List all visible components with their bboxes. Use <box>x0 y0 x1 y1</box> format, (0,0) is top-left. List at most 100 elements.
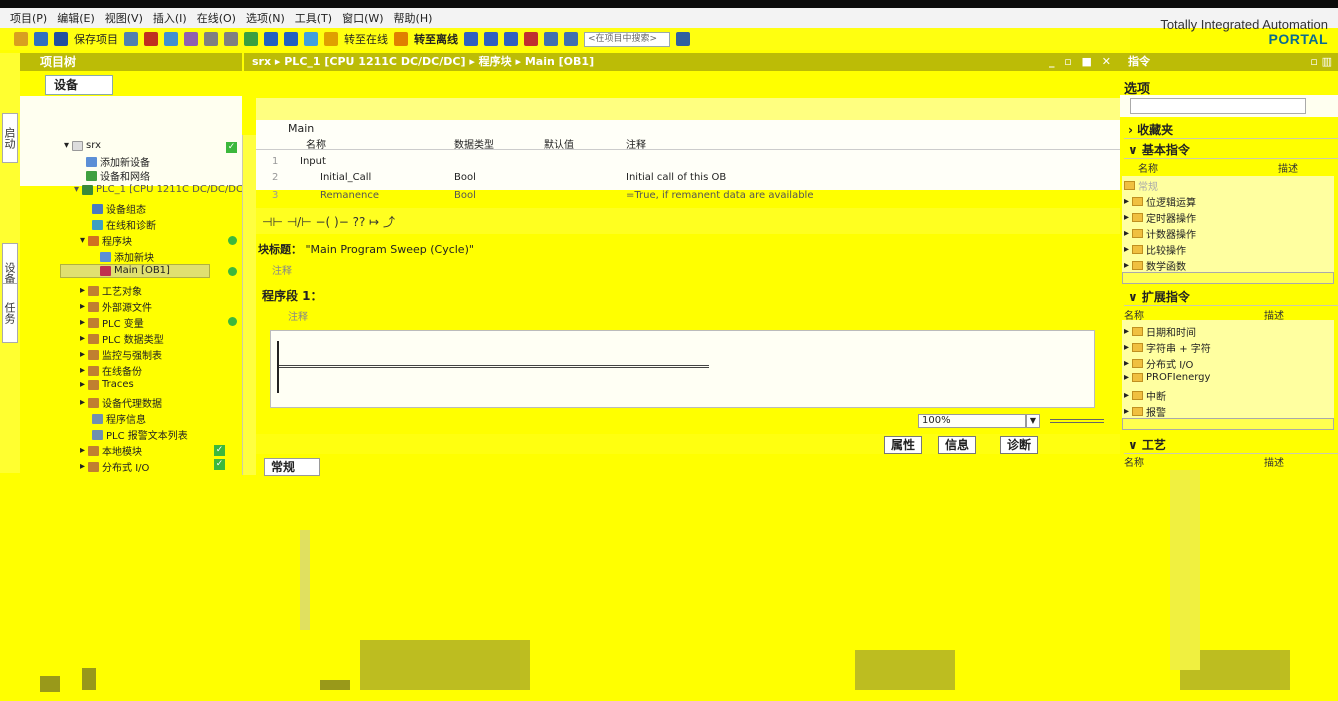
go-online-button[interactable]: 转至在线 <box>344 31 388 47</box>
menu-project[interactable]: 项目(P) <box>10 10 47 26</box>
stop-cpu-icon[interactable] <box>504 32 518 46</box>
expand-icon[interactable]: ▸ <box>80 317 85 328</box>
expand-icon[interactable]: ▸ <box>80 301 85 312</box>
devices-tab[interactable]: 设备 <box>45 75 113 95</box>
copy-icon[interactable] <box>164 32 178 46</box>
menu-tools[interactable]: 工具(T) <box>295 10 332 26</box>
expand-icon[interactable]: ▸ <box>80 285 85 296</box>
cut-icon[interactable] <box>144 32 158 46</box>
split-vertical-icon[interactable] <box>564 32 578 46</box>
menu-options[interactable]: 选项(N) <box>246 10 285 26</box>
expand-icon[interactable]: ▾ <box>80 235 85 246</box>
menu-edit[interactable]: 编辑(E) <box>57 10 95 26</box>
list-item[interactable]: ▸ 数学函数 <box>1124 258 1186 273</box>
print-icon[interactable] <box>124 32 138 46</box>
download-icon[interactable] <box>264 32 278 46</box>
ladder-contacts-icon[interactable]: ⊣⊢ ⊣/⊢ −( )− ?? ↦ ⤴ <box>262 213 395 230</box>
upload-icon[interactable] <box>284 32 298 46</box>
tree-item-online-diag[interactable]: 在线和诊断 <box>92 217 156 232</box>
ladder-network[interactable] <box>270 330 1095 408</box>
go-offline-button[interactable]: 转至离线 <box>414 31 458 47</box>
list-item[interactable]: ▸ 分布式 I/O <box>1124 356 1193 371</box>
list-item[interactable]: ▸ 比较操作 <box>1124 242 1186 257</box>
menu-view[interactable]: 视图(V) <box>105 10 143 26</box>
tree-item-main-ob1[interactable]: Main [OB1] <box>100 265 170 276</box>
expand-icon[interactable]: ▸ <box>80 349 85 360</box>
list-item[interactable]: ▸ 计数器操作 <box>1124 226 1196 241</box>
expand-icon[interactable]: ▸ <box>80 333 85 344</box>
project-search-input[interactable]: <在项目中搜索> <box>584 31 670 47</box>
technology-section[interactable]: ∨ 工艺 <box>1124 436 1338 454</box>
basic-hscrollbar[interactable] <box>1122 272 1334 284</box>
panel-controls-icon[interactable]: ▫ ▥ <box>1310 53 1332 71</box>
window-controls-icon[interactable]: _ ▫ ■ ✕ <box>1049 53 1114 71</box>
start-cpu-icon[interactable] <box>484 32 498 46</box>
tree-item-plc-datatypes[interactable]: ▸ PLC 数据类型 <box>80 331 164 346</box>
vtab-start[interactable]: 启动 <box>2 113 18 163</box>
split-horizontal-icon[interactable] <box>544 32 558 46</box>
new-project-icon[interactable] <box>14 32 28 46</box>
tree-item-devices-networks[interactable]: 设备和网络 <box>86 168 150 183</box>
extended-instructions-section[interactable]: ∨ 扩展指令 <box>1124 288 1338 306</box>
tree-item-device-config[interactable]: 设备组态 <box>92 201 146 216</box>
block-title-value[interactable]: "Main Program Sweep (Cycle)" <box>306 243 474 256</box>
tab-general[interactable]: 常规 <box>264 458 320 476</box>
block-comment[interactable]: 注释 <box>272 262 292 277</box>
tree-item-project[interactable]: ▾ srx <box>64 140 101 151</box>
basic-instructions-section[interactable]: ∨ 基本指令 <box>1124 141 1338 159</box>
expand-icon[interactable]: ▾ <box>64 140 69 151</box>
zoom-field[interactable]: 100% <box>918 414 1026 428</box>
tree-item-online-backups[interactable]: ▸ 在线备份 <box>80 363 142 378</box>
menu-insert[interactable]: 插入(I) <box>153 10 187 26</box>
tree-item-tech-objects[interactable]: ▸ 工艺对象 <box>80 283 142 298</box>
paste-icon[interactable] <box>184 32 198 46</box>
tree-item-alarm-texts[interactable]: PLC 报警文本列表 <box>92 427 188 442</box>
tree-item-plc[interactable]: ▾ PLC_1 [CPU 1211C DC/DC/DC] <box>74 184 247 195</box>
go-offline-icon[interactable] <box>394 32 408 46</box>
expand-icon[interactable]: ▾ <box>74 184 79 195</box>
tree-item-add-block[interactable]: 添加新块 <box>100 249 154 264</box>
tree-item-external-sources[interactable]: ▸ 外部源文件 <box>80 299 152 314</box>
list-item[interactable]: ▸ 中断 <box>1124 388 1166 403</box>
save-icon[interactable] <box>54 32 68 46</box>
go-online-icon[interactable] <box>324 32 338 46</box>
tree-item-proxy-data[interactable]: ▸ 设备代理数据 <box>80 395 162 410</box>
list-item[interactable]: ▸ 字符串 + 字符 <box>1124 340 1211 355</box>
project-tree-scrollbar[interactable] <box>242 135 256 475</box>
close-icon[interactable] <box>524 32 538 46</box>
tab-info[interactable]: 信息 <box>938 436 977 454</box>
list-item[interactable]: ▸ 定时器操作 <box>1124 210 1196 225</box>
chevron-down-icon[interactable]: ▼ <box>1026 414 1040 428</box>
expand-icon[interactable]: ▸ <box>80 397 85 408</box>
redo-icon[interactable] <box>224 32 238 46</box>
accessible-devices-icon[interactable] <box>464 32 478 46</box>
expand-icon[interactable]: ▸ <box>80 461 85 472</box>
expand-icon[interactable]: ▸ <box>80 445 85 456</box>
save-project-button[interactable]: 保存项目 <box>74 31 118 47</box>
tree-item-plc-tags[interactable]: ▸ PLC 变量 <box>80 315 144 330</box>
extended-hscrollbar[interactable] <box>1122 418 1334 430</box>
tree-item-program-blocks[interactable]: ▾ 程序块 <box>80 233 132 248</box>
list-item[interactable]: 常规 <box>1124 178 1158 193</box>
menu-help[interactable]: 帮助(H) <box>394 10 433 26</box>
menu-window[interactable]: 窗口(W) <box>342 10 383 26</box>
zoom-slider[interactable] <box>1050 419 1104 423</box>
search-icon[interactable] <box>676 32 690 46</box>
open-project-icon[interactable] <box>34 32 48 46</box>
list-item[interactable]: ▸ 位逻辑运算 <box>1124 194 1196 209</box>
tree-item-local-modules[interactable]: ▸ 本地模块 <box>80 443 142 458</box>
tree-item-add-device[interactable]: 添加新设备 <box>86 154 150 169</box>
expand-icon[interactable]: ▸ <box>80 365 85 376</box>
tree-item-watch-tables[interactable]: ▸ 监控与强制表 <box>80 347 162 362</box>
tree-item-program-info[interactable]: 程序信息 <box>92 411 146 426</box>
tree-item-traces[interactable]: ▸ Traces <box>80 379 134 390</box>
undo-icon[interactable] <box>204 32 218 46</box>
compile-icon[interactable] <box>244 32 258 46</box>
simulation-icon[interactable] <box>304 32 318 46</box>
tab-diagnostics[interactable]: 诊断 <box>1000 436 1039 454</box>
expand-icon[interactable]: ▸ <box>80 379 85 390</box>
options-search-field[interactable] <box>1130 98 1306 114</box>
tab-properties[interactable]: 属性 <box>884 436 923 454</box>
favorites-section[interactable]: › 收藏夹 <box>1124 121 1338 139</box>
list-item[interactable]: ▸ 日期和时间 <box>1124 324 1196 339</box>
